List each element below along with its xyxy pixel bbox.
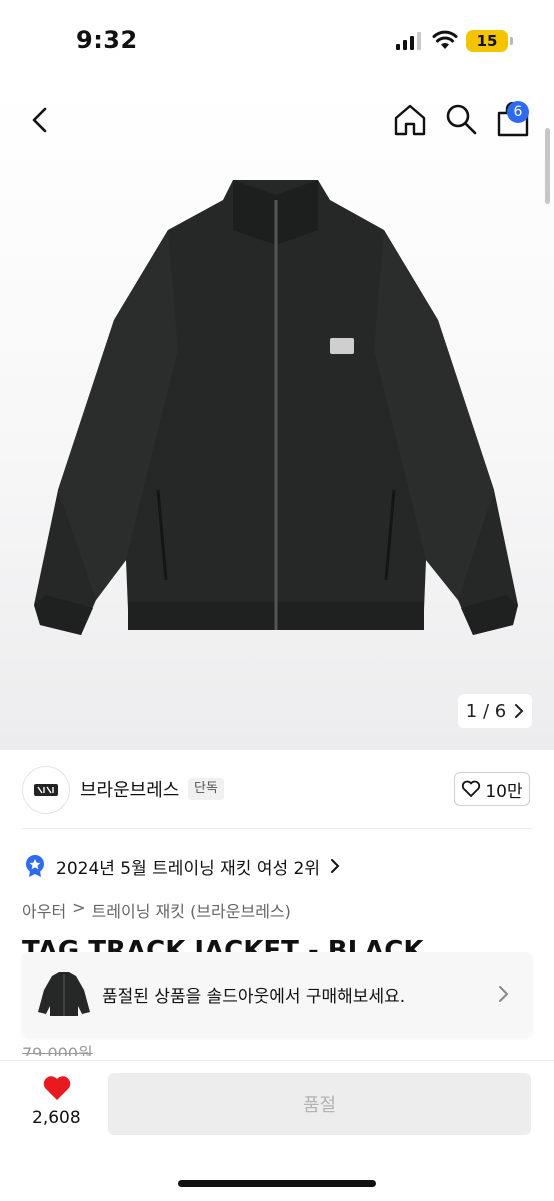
scrollbar[interactable] xyxy=(545,128,550,204)
breadcrumb: 아우터 > 트레이닝 재킷 (브라운브레스) xyxy=(22,898,291,922)
category-training-jacket[interactable]: 트레이닝 재킷 (브라운브레스) xyxy=(92,898,291,922)
battery-tip xyxy=(510,37,513,45)
chevron-right-icon xyxy=(330,859,340,873)
home-icon[interactable] xyxy=(392,102,428,138)
ranking-text: 2024년 5월 트레이닝 재킷 여성 2위 xyxy=(56,858,320,879)
image-pager[interactable]: 1 / 6 xyxy=(458,694,532,728)
brand-name[interactable]: 브라운브레스 xyxy=(80,776,179,802)
signal-icon xyxy=(396,32,421,50)
heart-filled-icon[interactable] xyxy=(42,1074,72,1102)
battery-indicator: 15 xyxy=(466,30,508,52)
brand-logo-icon xyxy=(34,784,58,796)
banner-product-thumbnail xyxy=(38,972,90,1016)
brand-like-button[interactable]: 10만 xyxy=(454,772,530,806)
breadcrumb-separator: > xyxy=(72,898,86,917)
cart-count-badge: 6 xyxy=(507,101,529,123)
product-photo xyxy=(34,180,518,635)
chevron-right-icon xyxy=(499,986,509,1002)
soldout-button[interactable]: 품절 xyxy=(108,1073,531,1135)
original-price: 79,000원 xyxy=(22,1044,93,1056)
search-icon[interactable] xyxy=(444,102,478,136)
brand-logo[interactable] xyxy=(22,766,70,814)
back-icon[interactable] xyxy=(24,104,56,136)
pager-text: 1 / 6 xyxy=(465,700,507,722)
soldout-banner-text: 품절된 상품을 솔드아웃에서 구매해보세요. xyxy=(102,987,406,1007)
ranking-link[interactable]: 2024년 5월 트레이닝 재킷 여성 2위 xyxy=(24,852,340,880)
product-title-container: TAG TRACK JACKET - BLACK xyxy=(22,936,532,952)
ranking-badge-icon xyxy=(26,855,44,877)
divider xyxy=(22,828,532,829)
home-indicator xyxy=(178,1180,376,1187)
category-outer[interactable]: 아우터 xyxy=(22,898,66,922)
wifi-icon xyxy=(432,30,458,49)
heart-outline-icon xyxy=(462,780,481,797)
wish-count: 2,608 xyxy=(32,1108,81,1128)
status-time: 9:32 xyxy=(76,26,138,54)
exclusive-badge: 단독 xyxy=(188,778,224,800)
product-title: TAG TRACK JACKET - BLACK xyxy=(22,936,424,952)
brand-like-count: 10만 xyxy=(485,781,523,802)
status-bar: 9:32 15 xyxy=(0,0,554,84)
soldout-banner[interactable]: 품절된 상품을 솔드아웃에서 구매해보세요. xyxy=(22,952,532,1036)
chevron-right-icon xyxy=(515,704,524,718)
